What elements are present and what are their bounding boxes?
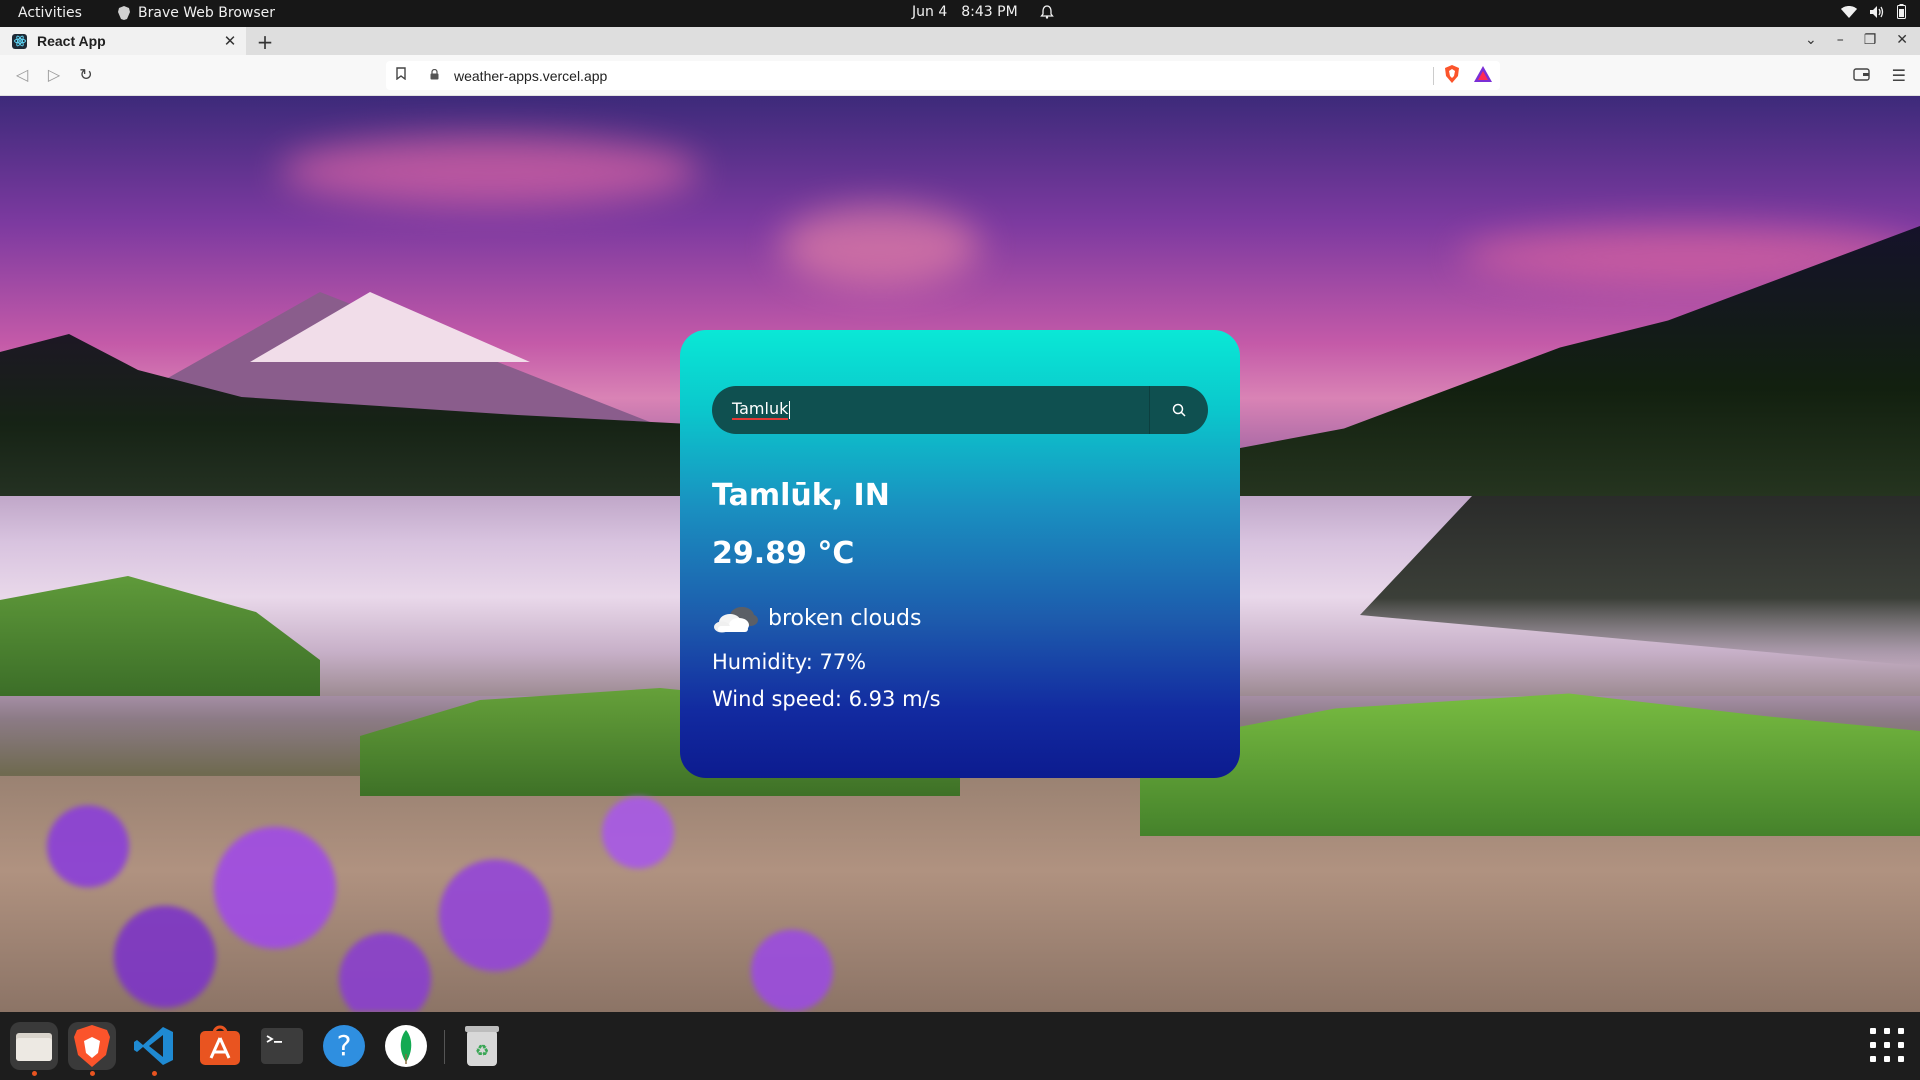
- terminal-icon: [261, 1028, 303, 1064]
- search-icon: [1172, 403, 1186, 417]
- dock-help[interactable]: ?: [320, 1022, 368, 1070]
- dock-terminal[interactable]: [258, 1022, 306, 1070]
- search-button[interactable]: [1150, 386, 1208, 434]
- app-menu-label: Brave Web Browser: [138, 5, 275, 21]
- city-search-input[interactable]: Tamluk: [712, 386, 1150, 434]
- wifi-icon: [1841, 6, 1857, 18]
- bookmark-icon[interactable]: [396, 67, 414, 84]
- activities-button[interactable]: Activities: [18, 5, 82, 21]
- clock-date: Jun 4: [912, 4, 948, 20]
- show-applications-icon[interactable]: [1870, 1028, 1906, 1064]
- tab-close-icon[interactable]: ✕: [218, 32, 242, 50]
- dock-trash[interactable]: ♻: [458, 1022, 506, 1070]
- software-center-icon: [200, 1025, 240, 1065]
- wallet-icon[interactable]: [1852, 66, 1870, 85]
- dock-vscode[interactable]: [130, 1022, 178, 1076]
- back-icon[interactable]: ◁: [12, 65, 32, 84]
- description-text: broken clouds: [768, 605, 922, 631]
- city-name: Tamlūk, IN: [712, 478, 890, 513]
- dock-software[interactable]: [196, 1022, 244, 1070]
- svg-text:♻: ♻: [475, 1041, 489, 1060]
- running-indicator: [32, 1071, 37, 1076]
- brave-rewards-icon[interactable]: [1474, 65, 1492, 86]
- vscode-icon: [134, 1027, 173, 1065]
- dock: ? ♻: [0, 1012, 1920, 1080]
- menu-icon[interactable]: ☰: [1892, 66, 1906, 85]
- web-content: Tamluk Tamlūk, IN 29.89 °C broken clouds…: [0, 96, 1920, 1012]
- forward-icon[interactable]: ▷: [44, 65, 64, 84]
- svg-text:?: ?: [337, 1029, 352, 1062]
- running-indicator: [152, 1071, 157, 1076]
- url-text[interactable]: weather-apps.vercel.app: [454, 68, 1433, 84]
- react-favicon-icon: [12, 33, 27, 49]
- address-bar[interactable]: weather-apps.vercel.app: [386, 61, 1500, 90]
- window-controls: ⌄ – ❐ ✕: [1805, 32, 1908, 48]
- dock-separator: [444, 1030, 445, 1064]
- weather-description: broken clouds: [712, 600, 921, 636]
- trash-icon: ♻: [465, 1026, 499, 1066]
- brave-shields-icon[interactable]: [1444, 64, 1460, 87]
- dock-mongodb-compass[interactable]: [382, 1022, 430, 1070]
- lock-icon[interactable]: [430, 68, 444, 83]
- weather-card: Tamluk Tamlūk, IN 29.89 °C broken clouds…: [680, 330, 1240, 778]
- text-caret: [789, 401, 791, 419]
- battery-icon: [1897, 4, 1906, 19]
- search-input-value: Tamluk: [732, 399, 789, 420]
- running-indicator: [90, 1071, 95, 1076]
- broken-clouds-icon: [714, 607, 758, 633]
- tab-list-chevron-icon[interactable]: ⌄: [1805, 32, 1817, 48]
- tab-title: React App: [37, 33, 106, 49]
- system-tray[interactable]: [1841, 4, 1906, 19]
- window-close-icon[interactable]: ✕: [1896, 32, 1908, 48]
- minimize-icon[interactable]: –: [1837, 32, 1844, 48]
- alarm-bell-icon: [1039, 5, 1054, 19]
- reload-icon[interactable]: ↻: [76, 65, 96, 84]
- humidity: Humidity: 77%: [712, 650, 867, 674]
- restore-icon[interactable]: ❐: [1864, 32, 1877, 48]
- temperature: 29.89 °C: [712, 536, 855, 571]
- wind-speed: Wind speed: 6.93 m/s: [712, 687, 941, 711]
- volume-icon: [1870, 5, 1884, 18]
- bg-cloud: [780, 206, 980, 286]
- new-tab-button[interactable]: +: [254, 30, 276, 54]
- files-icon: [16, 1033, 52, 1061]
- clock-time: 8:43 PM: [961, 4, 1018, 20]
- search-bar: Tamluk: [712, 386, 1208, 434]
- dock-brave[interactable]: [68, 1022, 116, 1076]
- browser-toolbar: ◁ ▷ ↻ weather-apps.vercel.app ☰: [0, 55, 1920, 96]
- system-top-bar: Activities Brave Web Browser Jun 4 8:43 …: [0, 0, 1920, 27]
- tab-strip: React App ✕ + ⌄ – ❐ ✕: [0, 27, 1920, 55]
- brave-lion-icon: [118, 6, 130, 20]
- dock-files[interactable]: [10, 1022, 58, 1076]
- tab-react-app[interactable]: React App ✕: [0, 27, 246, 55]
- mongodb-compass-icon: [385, 1025, 427, 1067]
- address-divider: [1433, 66, 1434, 85]
- help-icon: ?: [323, 1025, 365, 1067]
- clock[interactable]: Jun 4 8:43 PM: [912, 4, 1054, 20]
- brave-browser-icon: [74, 1025, 110, 1067]
- app-menu[interactable]: Brave Web Browser: [118, 5, 275, 21]
- bg-mountain-snow: [250, 292, 530, 362]
- bg-cloud: [280, 136, 700, 206]
- toolbar-right: ☰: [1852, 66, 1906, 85]
